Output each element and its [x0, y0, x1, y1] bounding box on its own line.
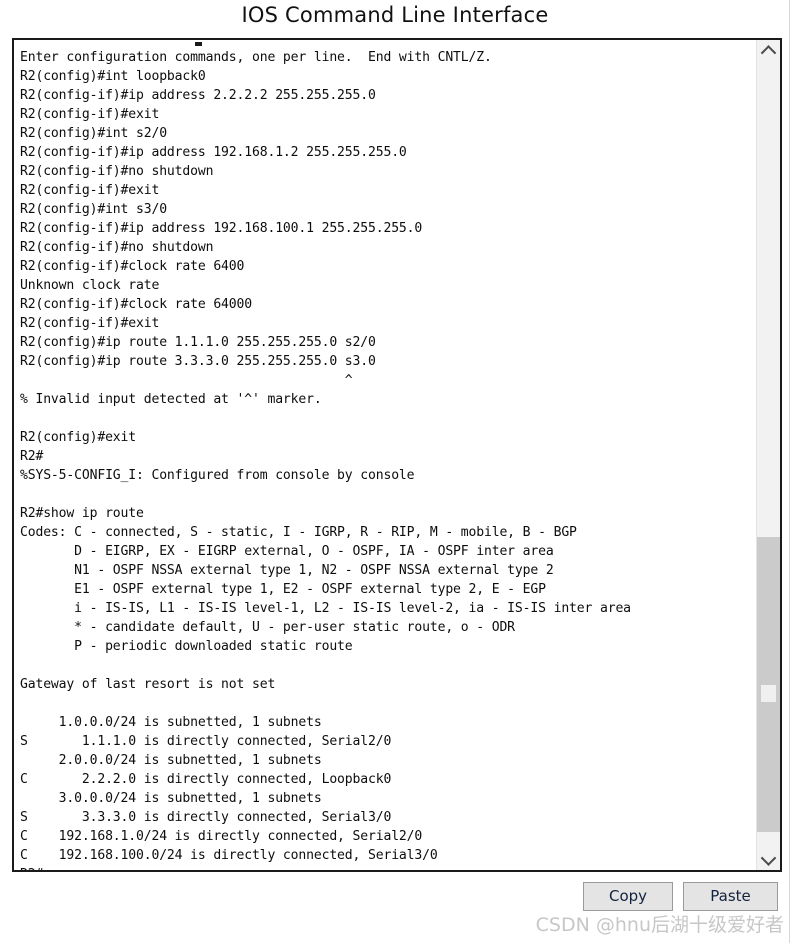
paste-button[interactable]: Paste — [683, 882, 778, 911]
terminal-line: R2(config-if)#clock rate 6400 — [20, 259, 245, 274]
terminal-scrollbar[interactable] — [756, 40, 780, 870]
terminal-line: R2(config-if)#no shutdown — [20, 240, 214, 255]
terminal-line: Gateway of last resort is not set — [20, 677, 276, 692]
terminal-line: R2(config)#exit — [20, 430, 136, 445]
scroll-up-button[interactable] — [757, 40, 780, 62]
terminal-line: 2.0.0.0/24 is subnetted, 1 subnets — [20, 753, 322, 768]
terminal-line: C 192.168.1.0/24 is directly connected, … — [20, 829, 423, 844]
text-caret — [195, 42, 202, 46]
scroll-down-button[interactable] — [757, 848, 780, 870]
terminal-line: R2(config-if)#exit — [20, 183, 160, 198]
terminal-line-list: Enter configuration commands, one per li… — [20, 48, 756, 870]
terminal-line: R2(config)#ip route 3.3.3.0 255.255.255.… — [20, 354, 376, 369]
terminal-line: C 192.168.100.0/24 is directly connected… — [20, 848, 438, 863]
terminal-line: S 3.3.3.0 is directly connected, Serial3… — [20, 810, 392, 825]
terminal-line: %SYS-5-CONFIG_I: Configured from console… — [20, 468, 415, 483]
terminal-line: N1 - OSPF NSSA external type 1, N2 - OSP… — [20, 563, 554, 578]
scrollbar-grip — [761, 685, 776, 702]
scrollbar-thumb[interactable] — [757, 537, 780, 832]
terminal-line: R2(config-if)#ip address 192.168.1.2 255… — [20, 145, 407, 160]
ios-cli-window: IOS Command Line Interface Enter configu… — [0, 0, 790, 943]
terminal-line: P - periodic downloaded static route — [20, 639, 353, 654]
terminal-line: D - EIGRP, EX - EIGRP external, O - OSPF… — [20, 544, 554, 559]
terminal-line: R2# — [20, 449, 44, 464]
terminal-line: Codes: C - connected, S - static, I - IG… — [20, 525, 577, 540]
terminal-line: i - IS-IS, L1 - IS-IS level-1, L2 - IS-I… — [20, 601, 631, 616]
terminal-line: 1.0.0.0/24 is subnetted, 1 subnets — [20, 715, 322, 730]
page-edge-divider — [789, 0, 790, 943]
terminal-line: 3.0.0.0/24 is subnetted, 1 subnets — [20, 791, 322, 806]
terminal-line: R2(config-if)#exit — [20, 107, 160, 122]
terminal-line: R2(config)#ip route 1.1.1.0 255.255.255.… — [20, 335, 376, 350]
watermark-text: CSDN @hnu后湖十级爱好者 — [535, 914, 784, 936]
terminal-line: R2(config)#int s2/0 — [20, 126, 167, 141]
chevron-up-icon — [760, 44, 777, 61]
terminal-line: R2(config)#int loopback0 — [20, 69, 206, 84]
terminal-line: R2# — [20, 865, 756, 870]
terminal-line: * - candidate default, U - per-user stat… — [20, 620, 515, 635]
terminal-line: Enter configuration commands, one per li… — [20, 50, 492, 65]
terminal-line: R2(config-if)#clock rate 64000 — [20, 297, 252, 312]
terminal-line: R2#show ip route — [20, 506, 144, 521]
terminal-line: Unknown clock rate — [20, 278, 160, 293]
terminal-line: C 2.2.2.0 is directly connected, Loopbac… — [20, 772, 392, 787]
terminal-line: R2(config)#int s3/0 — [20, 202, 167, 217]
copy-button[interactable]: Copy — [583, 882, 673, 911]
chevron-down-icon — [760, 849, 777, 866]
terminal-line: R2(config-if)#ip address 192.168.100.1 2… — [20, 221, 423, 236]
terminal-line: R2(config-if)#exit — [20, 316, 160, 331]
terminal-line: R2(config-if)#ip address 2.2.2.2 255.255… — [20, 88, 376, 103]
terminal-panel: Enter configuration commands, one per li… — [12, 38, 782, 872]
terminal-line: S 1.1.1.0 is directly connected, Serial2… — [20, 734, 392, 749]
terminal-line: % Invalid input detected at '^' marker. — [20, 392, 322, 407]
terminal-line: E1 - OSPF external type 1, E2 - OSPF ext… — [20, 582, 546, 597]
terminal-line: ^ — [20, 373, 353, 388]
terminal-output[interactable]: Enter configuration commands, one per li… — [14, 40, 756, 870]
page-title: IOS Command Line Interface — [241, 3, 549, 27]
action-button-bar: Copy Paste — [0, 882, 790, 912]
terminal-line: R2(config-if)#no shutdown — [20, 164, 214, 179]
